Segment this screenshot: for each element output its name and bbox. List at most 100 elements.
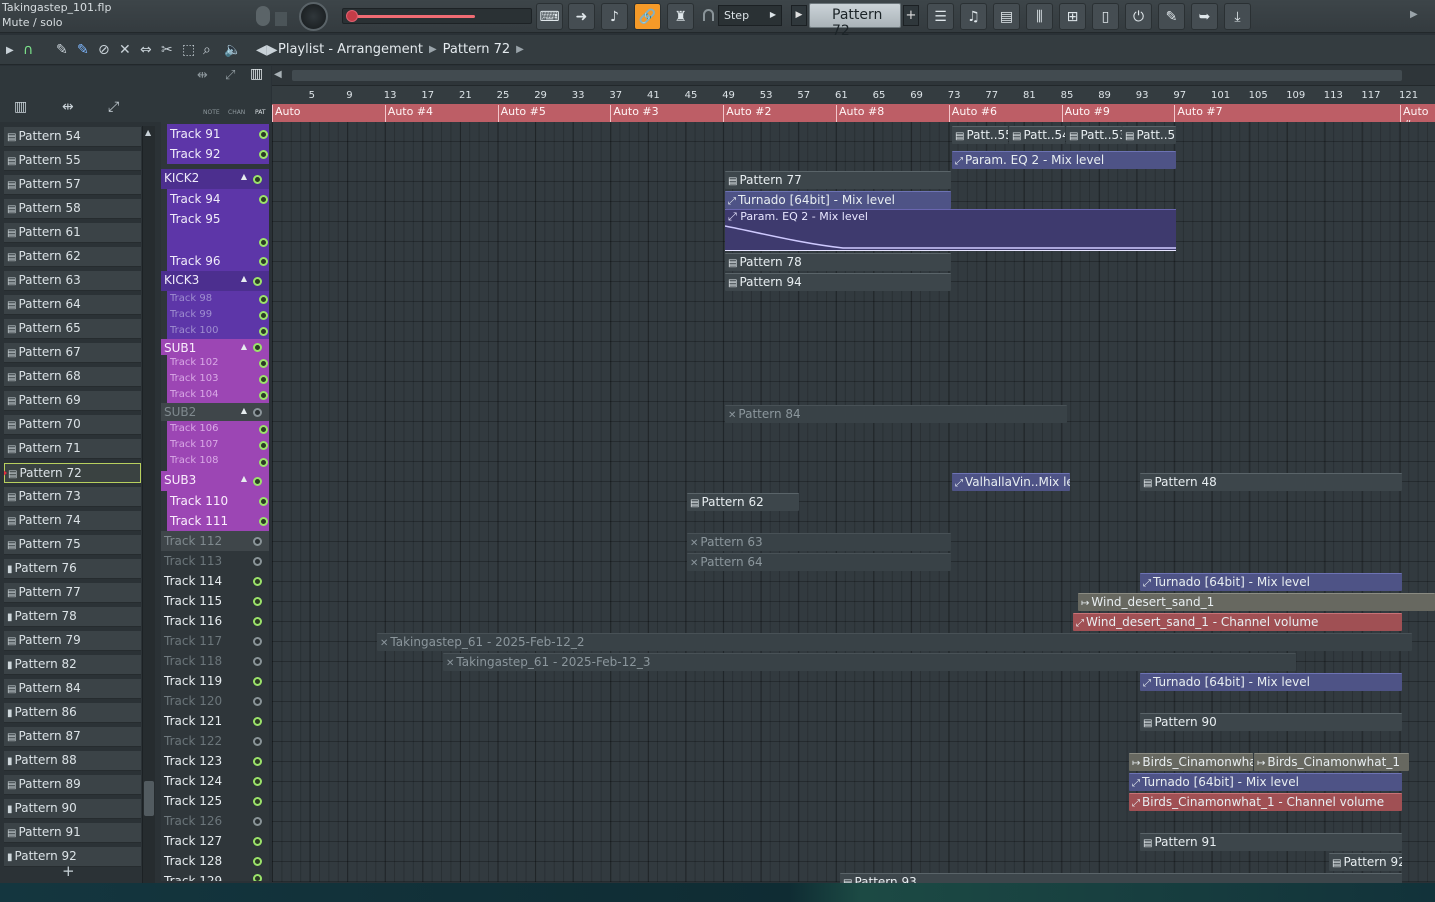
pattern-clip[interactable]: ▤Patt..55 [952,126,1008,144]
breadcrumb-playlist[interactable]: Playlist - Arrangement [278,42,423,57]
chevron-left-icon[interactable]: ◀ [274,69,282,80]
pattern-list-item[interactable]: ▤ Pattern 87 [4,727,141,747]
pattern-add-button[interactable]: + [903,5,919,26]
chevron-right-icon[interactable]: ▶ [1410,9,1418,20]
pattern-list-item[interactable]: ▤ Pattern 72 [4,463,141,483]
track-enable-led[interactable] [259,237,268,247]
track-enable-led[interactable] [253,476,262,486]
pattern-list-item[interactable]: ▮ Pattern 90 [4,799,141,819]
slice-icon[interactable]: ✂ [161,42,173,58]
automation-clip[interactable]: ⤢ Turnado [64bit] - Mix level [1129,773,1402,791]
menu-arrow-icon[interactable]: ▶ [6,45,14,56]
track-header[interactable]: Track 114 [161,571,269,591]
track-enable-led[interactable] [259,390,268,400]
fold-icon[interactable]: ▲ [241,172,247,181]
time-marker[interactable]: Auto #6 [948,105,997,122]
track-header[interactable]: Track 102 [167,355,269,371]
track-enable-led[interactable] [253,776,262,786]
link-icon[interactable]: 🔗 [634,3,661,30]
select-icon[interactable]: ⬚ [182,42,195,58]
slider-handle[interactable] [346,10,358,22]
time-marker[interactable]: Auto #7 [1174,105,1223,122]
track-enable-led[interactable] [253,276,262,286]
playback-speaker-icon[interactable]: 🔈 [224,42,241,58]
arrangement-arrows-icon[interactable]: ◀▶ [256,42,278,58]
track-header[interactable]: Track 126 [161,811,269,831]
track-header[interactable]: Track 104 [167,387,269,403]
audio-clip[interactable]: ↦ Birds_Cinamonwhat [1129,753,1253,771]
wave-icon[interactable]: ⇹ [197,68,208,83]
track-enable-led[interactable] [259,310,268,320]
curve-icon[interactable]: ⤢ [225,68,235,83]
track-header[interactable]: Track 119 [161,671,269,691]
track-enable-led[interactable] [253,716,262,726]
track-header[interactable]: Track 128 [161,851,269,871]
magnet-icon[interactable] [703,9,714,21]
mic-icon[interactable] [256,6,270,26]
track-enable-led[interactable] [253,676,262,686]
time-marker[interactable]: Auto # [1400,105,1435,131]
track-enable-led[interactable] [259,256,268,266]
track-enable-led[interactable] [253,576,262,586]
track-header[interactable]: SUB2 ▲ [161,403,269,421]
fold-icon[interactable]: ▲ [241,342,247,351]
pattern-prev-button[interactable]: ▶ [791,5,807,26]
track-enable-led[interactable] [253,874,262,881]
pattern-list-item[interactable]: ▤ Pattern 77 [4,583,141,603]
track-header[interactable]: KICK3 ▲ [161,271,269,291]
slip-icon[interactable]: ⇔ [140,42,152,58]
paint-icon[interactable]: ✎ [77,42,89,58]
pattern-list-item[interactable]: ▮ Pattern 88 [4,751,141,771]
track-enable-led[interactable] [259,440,268,450]
master-pitch-slider[interactable] [342,8,532,24]
pattern-clip[interactable]: ▤ Pattern 91 [1140,833,1402,851]
muted-clip[interactable]: ✕ Pattern 64 [687,553,951,571]
track-header[interactable]: Track 118 [161,651,269,671]
playlist-icon[interactable]: ☰ [927,3,954,30]
track-enable-led[interactable] [253,407,262,417]
pattern-clip[interactable]: ▤ Pattern 94 [725,273,951,291]
keyboard-icon[interactable]: ▥ [14,99,27,115]
track-enable-led[interactable] [253,736,262,746]
track-header[interactable]: Track 96 [167,251,269,271]
track-header[interactable]: Track 123 [161,751,269,771]
pattern-list-item[interactable]: ▤ Pattern 63 [4,271,141,291]
time-marker[interactable]: Auto #2 [723,105,771,122]
pattern-list-item[interactable]: ▤ Pattern 64 [4,295,141,315]
automation-clip[interactable]: ⤢ Wind_desert_sand_1 - Channel volume [1073,613,1402,631]
automation-clip[interactable]: ⤢ Turnado [64bit] - Mix level [725,191,951,209]
track-enable-led[interactable] [259,294,268,304]
master-volume-knob[interactable] [299,2,328,31]
pattern-list-item[interactable]: ▤ Pattern 57 [4,175,141,195]
track-enable-led[interactable] [259,194,268,204]
pattern-list-item[interactable]: ▤ Pattern 75 [4,535,141,555]
pattern-list-item[interactable]: ▤ Pattern 68 [4,367,141,387]
automation-clip[interactable]: ⤢ Turnado [64bit] - Mix level [1140,673,1402,691]
track-enable-led[interactable] [259,457,268,467]
track-enable-led[interactable] [253,636,262,646]
muted-clip[interactable]: ✕ Takingastep_61 - 2025-Feb-12_3 [443,653,1296,671]
pattern-list-item[interactable]: ▤ Pattern 55 [4,151,141,171]
scrollbar-thumb[interactable] [144,781,154,816]
muted-clip[interactable]: ✕ Takingastep_61 - 2025-Feb-12_2 [377,633,1412,651]
download-icon[interactable]: ⤓ [1224,3,1251,30]
track-header[interactable]: Track 113 [161,551,269,571]
track-enable-led[interactable] [253,616,262,626]
pattern-clip[interactable]: ▤ Pattern 78 [725,253,951,271]
pattern-list-item[interactable]: ▤ Pattern 91 [4,823,141,843]
track-enable-led[interactable] [253,796,262,806]
pattern-list-item[interactable]: ▮ Pattern 76 [4,559,141,579]
track-header[interactable]: Track 129 [161,871,269,881]
track-enable-led[interactable] [253,342,262,352]
add-pattern-button[interactable]: + [62,862,75,880]
track-header[interactable]: Track 92 [167,144,269,164]
automation-clip[interactable]: ⤢ Birds_Cinamonwhat_1 - Channel volume [1129,793,1402,811]
pattern-clip[interactable]: ▤Patt..54 [1009,126,1065,144]
track-header[interactable]: Track 106 [167,421,269,437]
automation-clip[interactable]: ⤢ValhallaVin..Mix level [952,473,1070,491]
pattern-list-item[interactable]: ▤ Pattern 89 [4,775,141,795]
pattern-list-item[interactable]: ▤ Pattern 69 [4,391,141,411]
track-header[interactable]: Track 121 [161,711,269,731]
keyboard-icon[interactable]: ▥ [250,66,263,82]
track-header[interactable]: Track 120 [161,691,269,711]
